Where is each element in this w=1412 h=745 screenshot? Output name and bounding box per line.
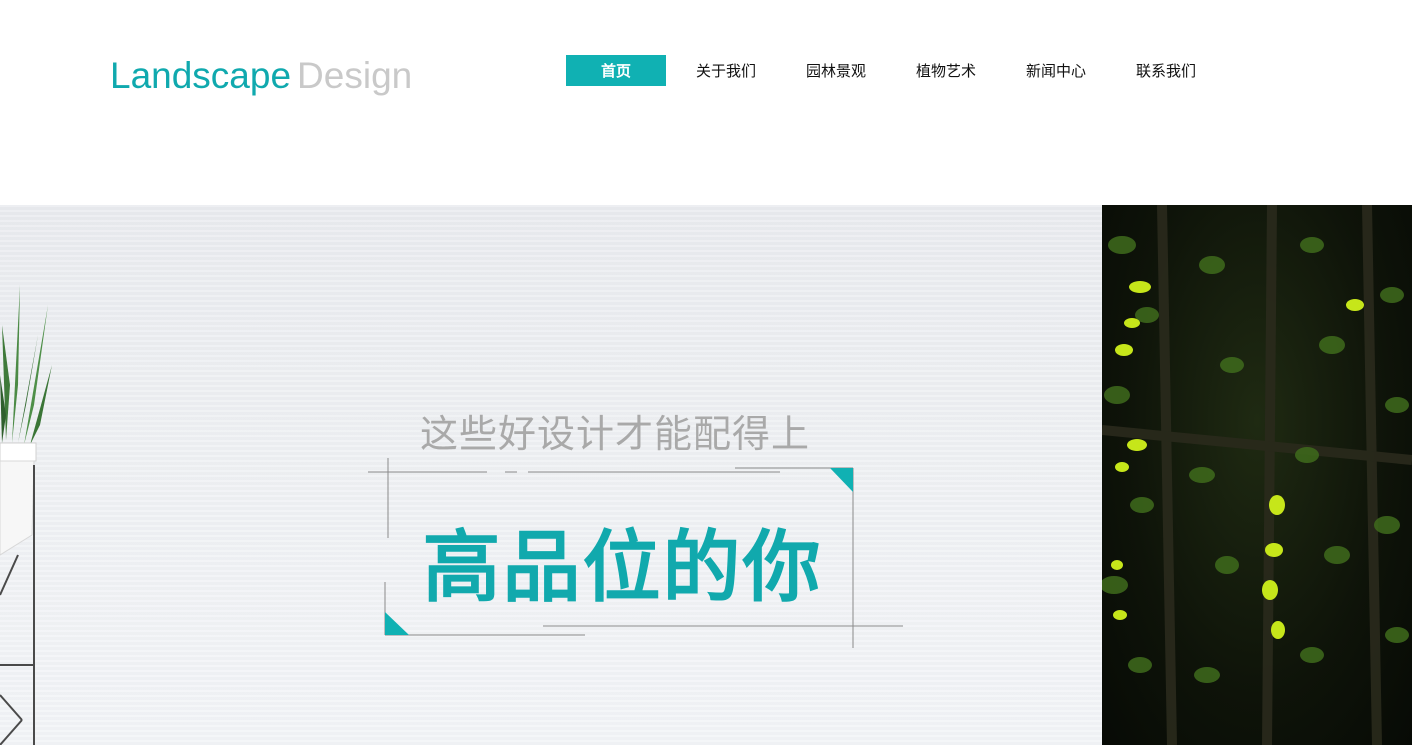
hero-foliage-panel — [1102, 205, 1412, 745]
nav-item-plant-art[interactable]: 植物艺术 — [896, 55, 996, 86]
site-header: Landscape Design 首页 关于我们 园林景观 植物艺术 新闻中心 联… — [0, 0, 1412, 205]
nav-item-contact[interactable]: 联系我们 — [1116, 55, 1216, 86]
logo-word-landscape: Landscape — [110, 55, 292, 96]
site-logo[interactable]: Landscape Design — [110, 54, 412, 98]
hero-subtitle: 这些好设计才能配得上 — [419, 412, 810, 456]
potted-plant-image — [0, 285, 52, 745]
foliage-image — [1102, 205, 1412, 745]
nav-item-news[interactable]: 新闻中心 — [1006, 55, 1106, 86]
nav-item-about[interactable]: 关于我们 — [676, 55, 776, 86]
hero-banner: 这些好设计才能配得上 高品位的你 — [0, 205, 1412, 745]
main-nav: 首页 关于我们 园林景观 植物艺术 新闻中心 联系我们 — [566, 55, 1226, 86]
nav-item-home[interactable]: 首页 — [566, 55, 666, 86]
logo-word-design: Design — [297, 55, 413, 96]
frame-corner-top-right — [830, 468, 853, 492]
nav-item-landscape[interactable]: 园林景观 — [786, 55, 886, 86]
hero-title: 高品位的你 — [422, 522, 823, 613]
